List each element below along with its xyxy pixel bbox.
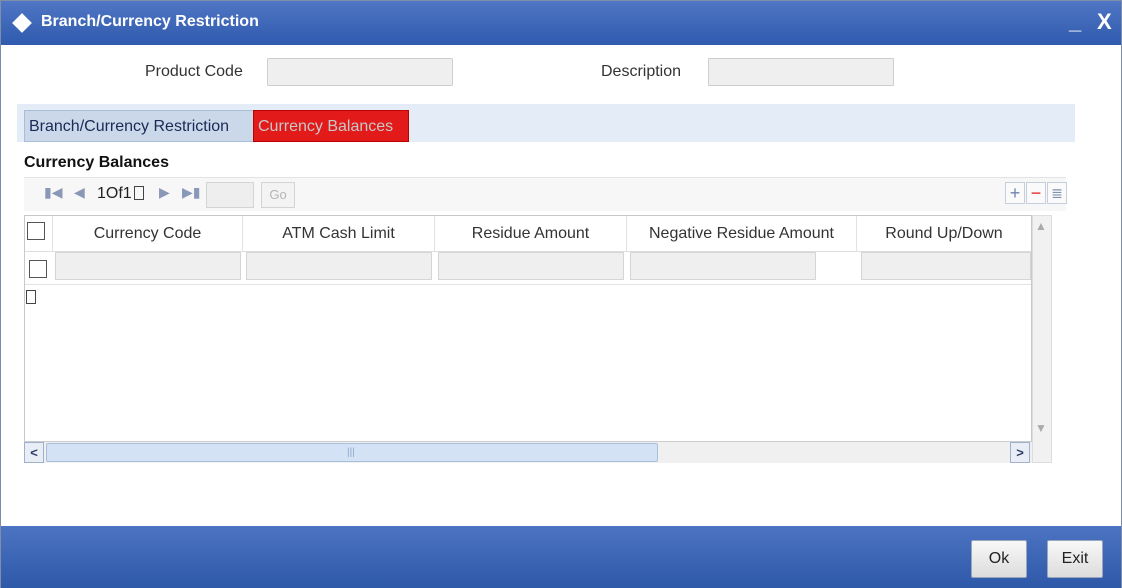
next-page-icon[interactable]: ▶ <box>159 184 170 201</box>
scroll-up-icon[interactable]: ▲ <box>1035 219 1047 233</box>
page-box-icon <box>133 186 144 200</box>
grip-icon: ||| <box>347 447 355 458</box>
tab-branch-currency-restriction[interactable]: Branch/Currency Restriction <box>24 110 260 142</box>
horizontal-scroll-thumb[interactable]: ||| <box>46 443 658 462</box>
small-box-icon <box>26 290 36 304</box>
ok-button[interactable]: Ok <box>971 540 1027 578</box>
previous-page-icon[interactable]: ◀ <box>74 184 85 201</box>
add-row-button[interactable]: + <box>1005 182 1025 204</box>
row-checkbox[interactable] <box>29 260 47 278</box>
col-currency-code[interactable]: Currency Code <box>53 216 243 252</box>
scroll-right-icon[interactable]: > <box>1010 442 1030 463</box>
window: Branch/Currency Restriction _ X Product … <box>0 0 1122 588</box>
row-divider <box>25 284 1031 285</box>
select-all-cell <box>25 216 53 252</box>
first-page-icon[interactable]: ▮◀ <box>44 184 62 201</box>
page-number-input[interactable] <box>206 182 254 208</box>
product-code-label: Product Code <box>145 63 243 80</box>
vertical-scrollbar[interactable]: ▲ ▼ <box>1032 215 1052 463</box>
currency-code-input[interactable] <box>55 252 241 280</box>
grid-header-row: Currency Code ATM Cash Limit Residue Amo… <box>25 216 1031 252</box>
atm-cash-limit-input[interactable] <box>246 252 432 280</box>
select-all-checkbox[interactable] <box>27 222 45 240</box>
col-atm-cash-limit[interactable]: ATM Cash Limit <box>243 216 435 252</box>
round-up-down-input[interactable] <box>861 252 1031 280</box>
negative-residue-amount-input[interactable] <box>630 252 816 280</box>
residue-amount-input[interactable] <box>438 252 624 280</box>
description-label: Description <box>601 63 682 80</box>
grid-navigation-bar: ▮◀ ◀ 1Of1 ▶ ▶▮ Go + − ≣ <box>24 177 1067 211</box>
scroll-left-icon[interactable]: < <box>24 442 44 463</box>
tab-currency-balances[interactable]: Currency Balances <box>253 110 409 142</box>
last-page-icon[interactable]: ▶▮ <box>182 184 200 201</box>
footer-bar: Ok Exit <box>1 526 1121 588</box>
close-button[interactable]: X <box>1097 9 1112 35</box>
window-title: Branch/Currency Restriction <box>41 13 259 30</box>
section-title: Currency Balances <box>24 154 169 171</box>
minimize-button[interactable]: _ <box>1069 9 1081 35</box>
diamond-icon <box>12 13 32 33</box>
title-bar[interactable]: Branch/Currency Restriction _ X <box>1 1 1121 45</box>
exit-button[interactable]: Exit <box>1047 540 1103 578</box>
delete-row-button[interactable]: − <box>1026 182 1046 204</box>
scroll-down-icon[interactable]: ▼ <box>1035 421 1047 435</box>
col-negative-residue-amount[interactable]: Negative Residue Amount <box>627 216 857 252</box>
description-field[interactable] <box>708 58 894 86</box>
page-indicator: 1Of1 <box>97 185 144 203</box>
go-button[interactable]: Go <box>261 182 295 208</box>
col-residue-amount[interactable]: Residue Amount <box>435 216 627 252</box>
single-view-button[interactable]: ≣ <box>1047 182 1067 204</box>
page-indicator-text: 1Of1 <box>97 185 132 202</box>
horizontal-scrollbar[interactable]: < ||| > <box>24 441 1032 463</box>
col-round-up-down[interactable]: Round Up/Down <box>857 216 1031 252</box>
product-code-field[interactable] <box>267 58 453 86</box>
currency-balances-grid: Currency Code ATM Cash Limit Residue Amo… <box>24 215 1032 463</box>
tab-bar: Branch/Currency Restriction Currency Bal… <box>17 104 1075 142</box>
